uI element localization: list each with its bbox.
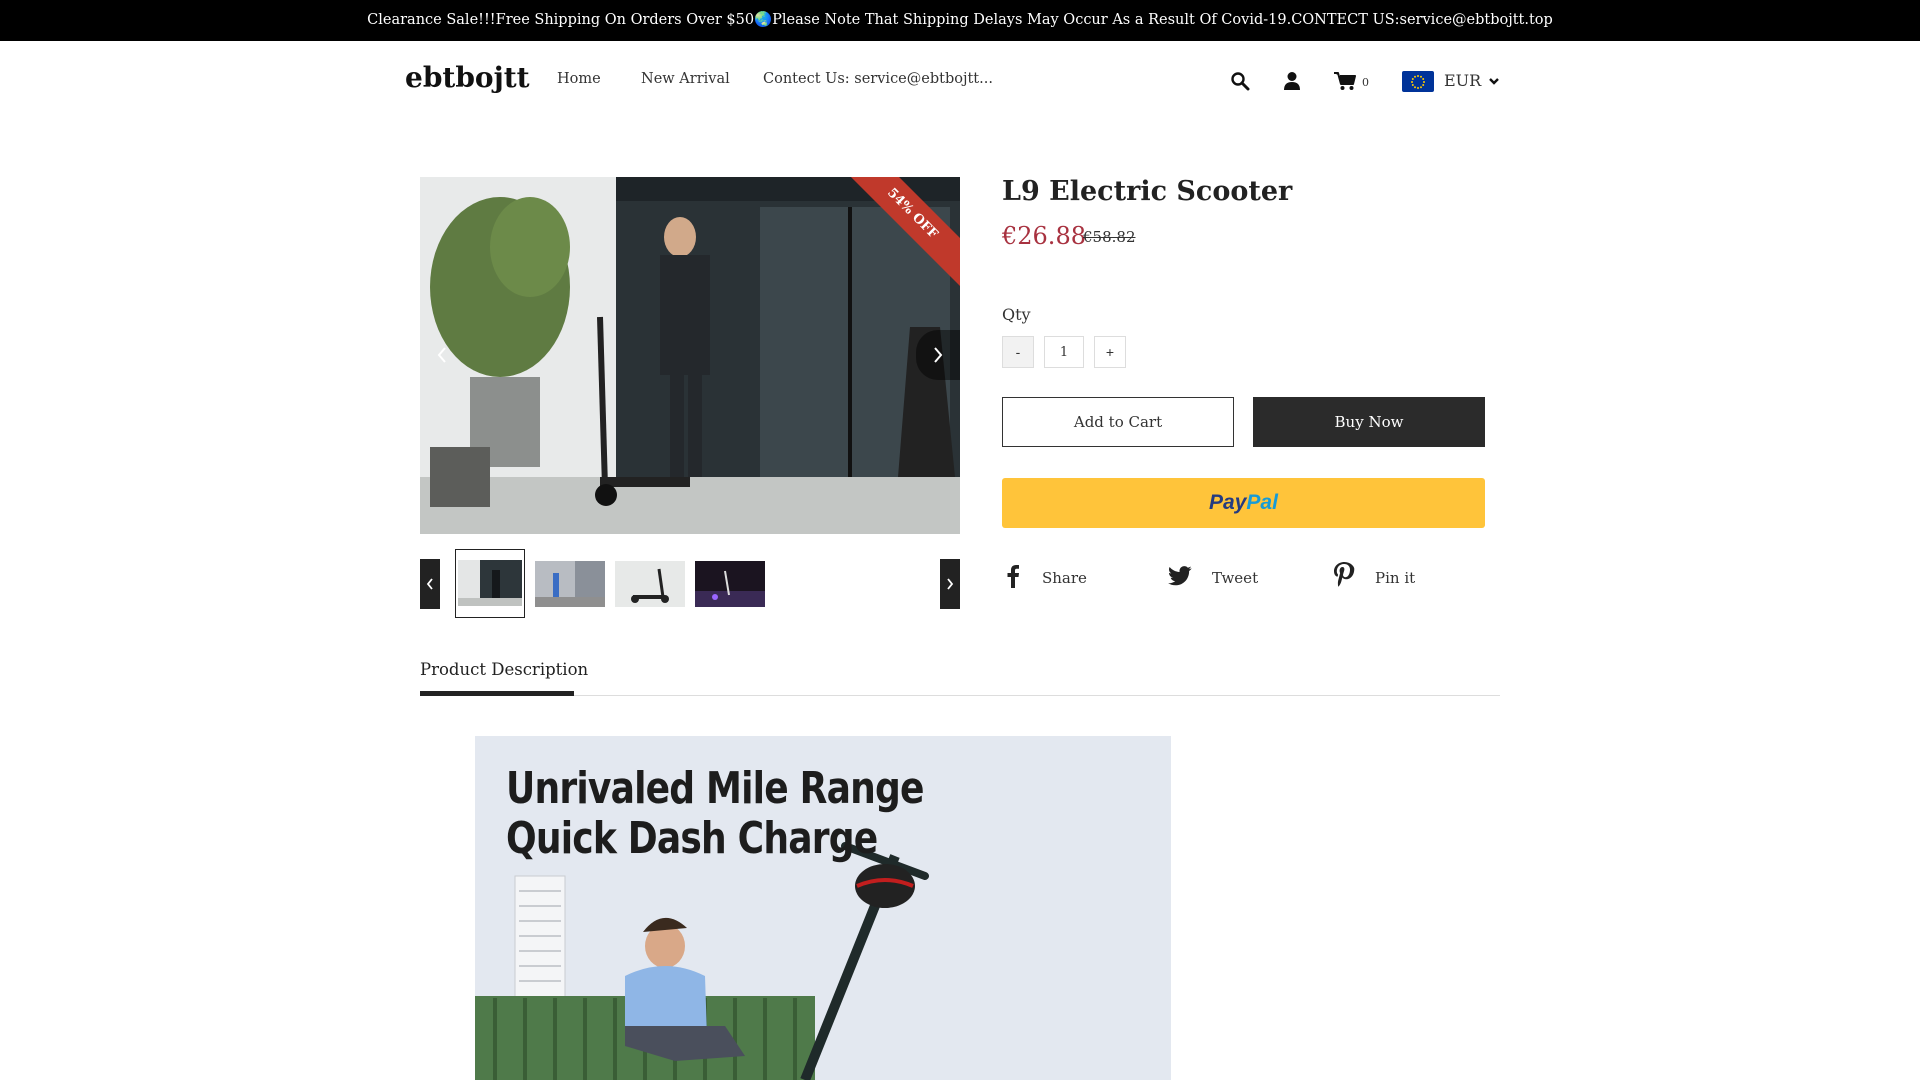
thumbnail-2[interactable]	[535, 561, 605, 607]
share-label: Pin it	[1375, 569, 1416, 587]
eu-flag-icon[interactable]	[1402, 71, 1434, 92]
site-header: ebtbojtt Home New Arrival Contect Us: se…	[0, 41, 1920, 121]
thumb-prev-button[interactable]	[420, 559, 440, 609]
thumbnail-strip	[420, 549, 960, 619]
chevron-right-icon[interactable]	[916, 330, 960, 380]
pinterest-icon	[1333, 562, 1355, 594]
thumbnail-3[interactable]	[615, 561, 685, 607]
search-icon[interactable]	[1228, 67, 1252, 95]
qty-label: Qty	[1002, 305, 1031, 324]
product-main-image[interactable]: 54% OFF	[420, 177, 960, 534]
share-twitter[interactable]: Tweet	[1168, 562, 1258, 594]
share-label: Share	[1042, 569, 1087, 587]
qty-increase-button[interactable]: +	[1094, 336, 1126, 368]
nav-contact[interactable]: Contect Us: service@ebtbojtt...	[763, 71, 993, 87]
nav-home[interactable]: Home	[557, 71, 601, 87]
paypal-logo-pay: Pay	[1209, 491, 1247, 514]
thumbnail-4[interactable]	[695, 561, 765, 607]
facebook-icon	[1006, 564, 1020, 592]
twitter-icon	[1168, 566, 1192, 590]
description-image: Unrivaled Mile Range Quick Dash Charge	[475, 736, 1171, 1080]
chevron-left-icon[interactable]	[420, 330, 464, 380]
tab-divider	[420, 695, 1500, 696]
share-pinterest[interactable]: Pin it	[1333, 562, 1415, 594]
account-icon[interactable]	[1280, 67, 1304, 95]
thumbnail-1[interactable]	[455, 549, 525, 618]
qty-input[interactable]	[1044, 336, 1084, 368]
tab-active-underline	[420, 691, 574, 696]
chevron-down-icon[interactable]	[1488, 73, 1500, 92]
thumb-next-button[interactable]	[940, 559, 960, 609]
nav-new-arrival[interactable]: New Arrival	[641, 71, 730, 87]
product-price: €26.88	[1002, 222, 1086, 250]
announcement-bar: Clearance Sale!!!Free Shipping On Orders…	[0, 0, 1920, 41]
product-title: L9 Electric Scooter	[1002, 176, 1293, 207]
compare-at-price: €58.82	[1083, 228, 1136, 246]
headline-line-2: Quick Dash Charge	[506, 813, 878, 864]
share-facebook[interactable]: Share	[1006, 562, 1087, 594]
currency-selector[interactable]: EUR	[1444, 71, 1481, 90]
buy-now-button[interactable]: Buy Now	[1253, 397, 1485, 447]
description-headline: Unrivaled Mile Range Quick Dash Charge	[506, 764, 924, 864]
headline-line-1: Unrivaled Mile Range	[506, 763, 924, 814]
tab-product-description[interactable]: Product Description	[420, 660, 588, 679]
paypal-logo-pal: Pal	[1246, 491, 1278, 514]
store-logo[interactable]: ebtbojtt	[405, 61, 530, 94]
share-label: Tweet	[1212, 569, 1259, 587]
qty-decrease-button[interactable]: -	[1002, 336, 1034, 368]
cart-count: 0	[1362, 76, 1369, 89]
cart-icon[interactable]	[1333, 67, 1357, 95]
paypal-button[interactable]: PayPal	[1002, 478, 1485, 528]
add-to-cart-button[interactable]: Add to Cart	[1002, 397, 1234, 447]
